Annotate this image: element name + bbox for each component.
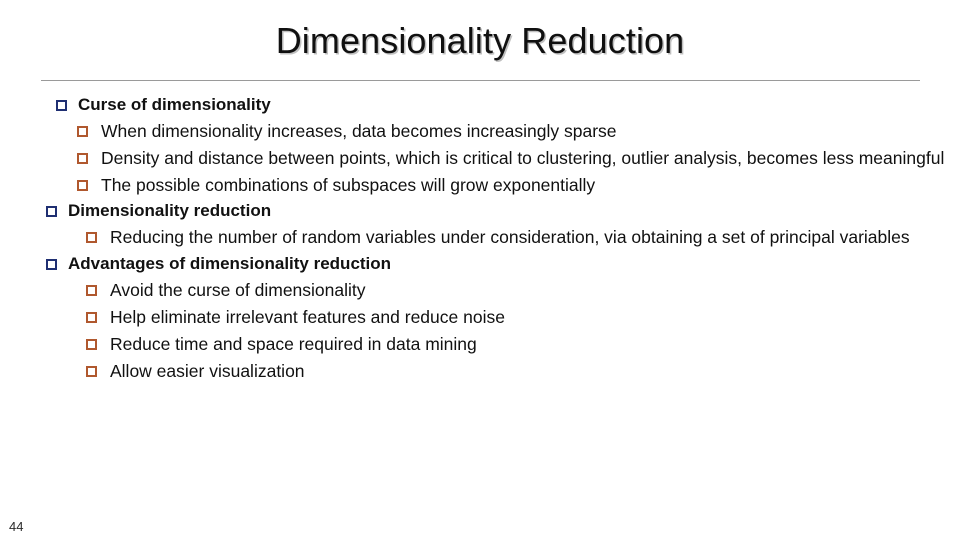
hollow-square-brown-icon (77, 152, 88, 164)
hollow-square-brown-icon (77, 179, 88, 191)
list-item: Help eliminate irrelevant features and r… (0, 306, 960, 329)
list-item: Dimensionality reduction (0, 200, 960, 222)
list-item-label: Allow easier visualization (110, 360, 305, 381)
list-item-label: Curse of dimensionality (78, 95, 271, 114)
list-item: Avoid the curse of dimensionality (0, 279, 960, 302)
slide-body: Curse of dimensionality When dimensional… (0, 94, 960, 386)
list-item: Reduce time and space required in data m… (0, 333, 960, 356)
hollow-square-navy-icon (56, 100, 67, 111)
hollow-square-brown-icon (86, 338, 97, 350)
page-title: Dimensionality Reduction (275, 20, 685, 61)
list-item-label: Advantages of dimensionality reduction (68, 254, 392, 274)
list-item-label: Reduce time and space required in data m… (110, 333, 477, 354)
list-item: The possible combinations of subspaces w… (0, 174, 960, 197)
hollow-square-brown-icon (86, 365, 97, 377)
hollow-square-brown-icon (86, 232, 97, 244)
title-divider (41, 80, 920, 81)
hollow-square-brown-icon (86, 285, 97, 297)
hollow-square-brown-icon (77, 126, 88, 138)
list-item: Allow easier visualization (0, 360, 960, 383)
list-item: Reducing the number of random variables … (0, 226, 960, 249)
list-item-label: Help eliminate irrelevant features and r… (110, 307, 505, 328)
list-item-label: Avoid the curse of dimensionality (110, 280, 366, 301)
list-item-label: Density and distance between points, whi… (101, 147, 945, 168)
list-item-label: Reducing the number of random variables … (110, 227, 910, 248)
list-item: Advantages of dimensionality reduction (0, 253, 960, 275)
list-item-label: The possible combinations of subspaces w… (101, 174, 596, 195)
hollow-square-navy-icon (46, 206, 57, 218)
hollow-square-navy-icon (46, 259, 57, 271)
list-item-label: Dimensionality reduction (68, 201, 272, 221)
hollow-square-brown-icon (86, 312, 97, 324)
page-number: 44 (9, 519, 24, 534)
list-item: Density and distance between points, whi… (0, 147, 960, 170)
list-item: When dimensionality increases, data beco… (0, 120, 960, 143)
list-item: Curse of dimensionality (0, 94, 960, 116)
list-item-label: When dimensionality increases, data beco… (101, 121, 617, 142)
